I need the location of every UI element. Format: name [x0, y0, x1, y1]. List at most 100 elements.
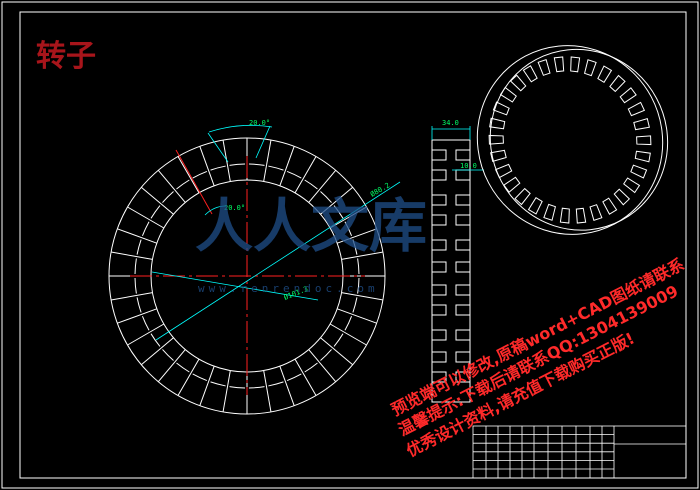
rotor-slot-line — [279, 146, 295, 186]
iso-slot-tooth — [634, 150, 651, 163]
rotor-slot-arc — [248, 163, 265, 166]
rotor-slot-line — [308, 349, 337, 383]
rotor-slot-line — [320, 337, 354, 366]
rotor-slot-arc — [210, 165, 226, 171]
rotor-slot-line — [337, 308, 377, 324]
rotor-side-section — [431, 139, 471, 403]
rotor-slot-arc — [210, 381, 226, 387]
rotor-slot-line — [117, 228, 157, 244]
rotor-slot-arc — [150, 205, 161, 219]
rotor-slot-arc — [229, 163, 246, 166]
dim-side-width-top: 34.0 — [442, 119, 459, 127]
centerlines — [130, 149, 365, 395]
title-block — [472, 425, 687, 479]
rotor-slot-arc — [357, 258, 360, 275]
rotor-slot-line — [111, 292, 153, 301]
rotor-slot-line — [157, 349, 186, 383]
iso-slot-tooth — [589, 204, 603, 221]
rotor-slot-arc — [176, 179, 190, 190]
iso-slot-tooth — [575, 207, 587, 224]
iso-slot-tooth — [499, 86, 517, 103]
rotor-slot-line — [222, 370, 231, 412]
rotor-slot-line — [294, 156, 317, 194]
rotor-isometric-view — [476, 45, 669, 235]
rotor-slot-arc — [320, 349, 332, 361]
iso-slot-tooth — [619, 87, 637, 104]
iso-slot-tooth — [609, 74, 626, 93]
dim-side-width-right: 10.0 — [460, 162, 477, 170]
rotor-slot-line — [329, 323, 367, 346]
rotor-slot-line — [177, 156, 200, 194]
cad-drawing-canvas: 转子 20.0° 20.0° Ø80.2 Ø101.3 34.0 10.0 人人… — [0, 0, 700, 490]
iso-slot-tooth — [627, 101, 646, 117]
rotor-slot-line — [177, 358, 200, 396]
title-block-grid — [473, 426, 614, 478]
rotor-slot-line — [199, 366, 215, 406]
iso-slot-tooth — [537, 59, 551, 76]
rotor-slot-arc — [192, 170, 208, 179]
iso-slot-tooth — [514, 187, 531, 206]
rotor-slot-arc — [134, 258, 137, 275]
rotor-slot-line — [199, 146, 215, 186]
rotor-slot-arc — [162, 191, 174, 203]
rotor-slot-line — [127, 323, 165, 346]
iso-slots — [476, 45, 669, 235]
angle-ext-1 — [207, 132, 229, 163]
iso-slot-tooth — [488, 134, 504, 145]
dim-angle-outer: 20.0° — [249, 119, 270, 127]
rotor-slot-line — [127, 206, 165, 229]
iso-slot-tooth — [623, 177, 641, 194]
rotor-slot-arc — [141, 221, 150, 237]
rotor-drawing: 转子 20.0° 20.0° Ø80.2 Ø101.3 34.0 10.0 人人… — [1, 1, 699, 489]
rotor-slot-arc — [136, 239, 142, 255]
rotor-slot-arc — [286, 170, 302, 179]
rotor-slot-line — [140, 186, 174, 215]
watermark-url: www.renrendoc.com — [198, 282, 379, 295]
watermark-main: 人人文库 — [195, 192, 427, 260]
rotor-slot-line — [279, 366, 295, 406]
rotor-slot-arc — [176, 362, 190, 373]
rotor-slot-line — [117, 308, 157, 324]
iso-slot-tooth — [602, 197, 618, 215]
rotor-slot-line — [157, 169, 186, 203]
rotor-slot-arc — [352, 297, 358, 313]
iso-slot-tooth — [570, 56, 581, 73]
iso-slot-tooth — [630, 164, 648, 179]
rotor-slot-line — [263, 370, 272, 412]
rotor-slot-arc — [134, 277, 137, 294]
rotor-slot-arc — [268, 165, 284, 171]
rotor-slot-arc — [248, 386, 265, 389]
side-section-outline — [431, 139, 471, 403]
rotor-slot-arc — [150, 333, 161, 347]
rotor-slot-line — [263, 140, 272, 182]
rotor-slot-arc — [192, 373, 208, 382]
rotor-slot-arc — [136, 297, 142, 313]
rotor-slot-arc — [286, 373, 302, 382]
angle-ext-2 — [255, 125, 271, 159]
iso-slot-tooth — [633, 118, 650, 131]
rotor-slot-arc — [141, 315, 150, 331]
rotor-slot-arc — [162, 349, 174, 361]
iso-outer-ellipse-back — [489, 48, 669, 231]
rotor-slot-line — [111, 251, 153, 260]
rotor-slot-arc — [304, 362, 318, 373]
iso-slot-tooth — [636, 135, 652, 146]
iso-slot-tooth — [522, 65, 538, 83]
iso-slot-tooth — [492, 101, 510, 116]
rotor-slot-arc — [344, 315, 353, 331]
rotor-slot-arc — [229, 386, 246, 389]
rotor-slot-arc — [268, 381, 284, 387]
rotor-slot-line — [294, 358, 317, 396]
rotor-slot-arc — [333, 333, 344, 347]
drawing-title: 转子 — [36, 39, 96, 74]
iso-slot-tooth — [553, 56, 565, 73]
iso-slot-tooth — [494, 163, 513, 179]
iso-slot-tooth — [527, 197, 543, 215]
iso-slot-tooth — [613, 188, 631, 206]
iso-slot-tooth — [559, 207, 570, 224]
rotor-slot-arc — [304, 179, 318, 190]
iso-slot-tooth — [543, 203, 557, 221]
iso-slot-tooth — [597, 65, 613, 83]
iso-slot-tooth — [583, 59, 597, 77]
rotor-slot-line — [140, 337, 174, 366]
